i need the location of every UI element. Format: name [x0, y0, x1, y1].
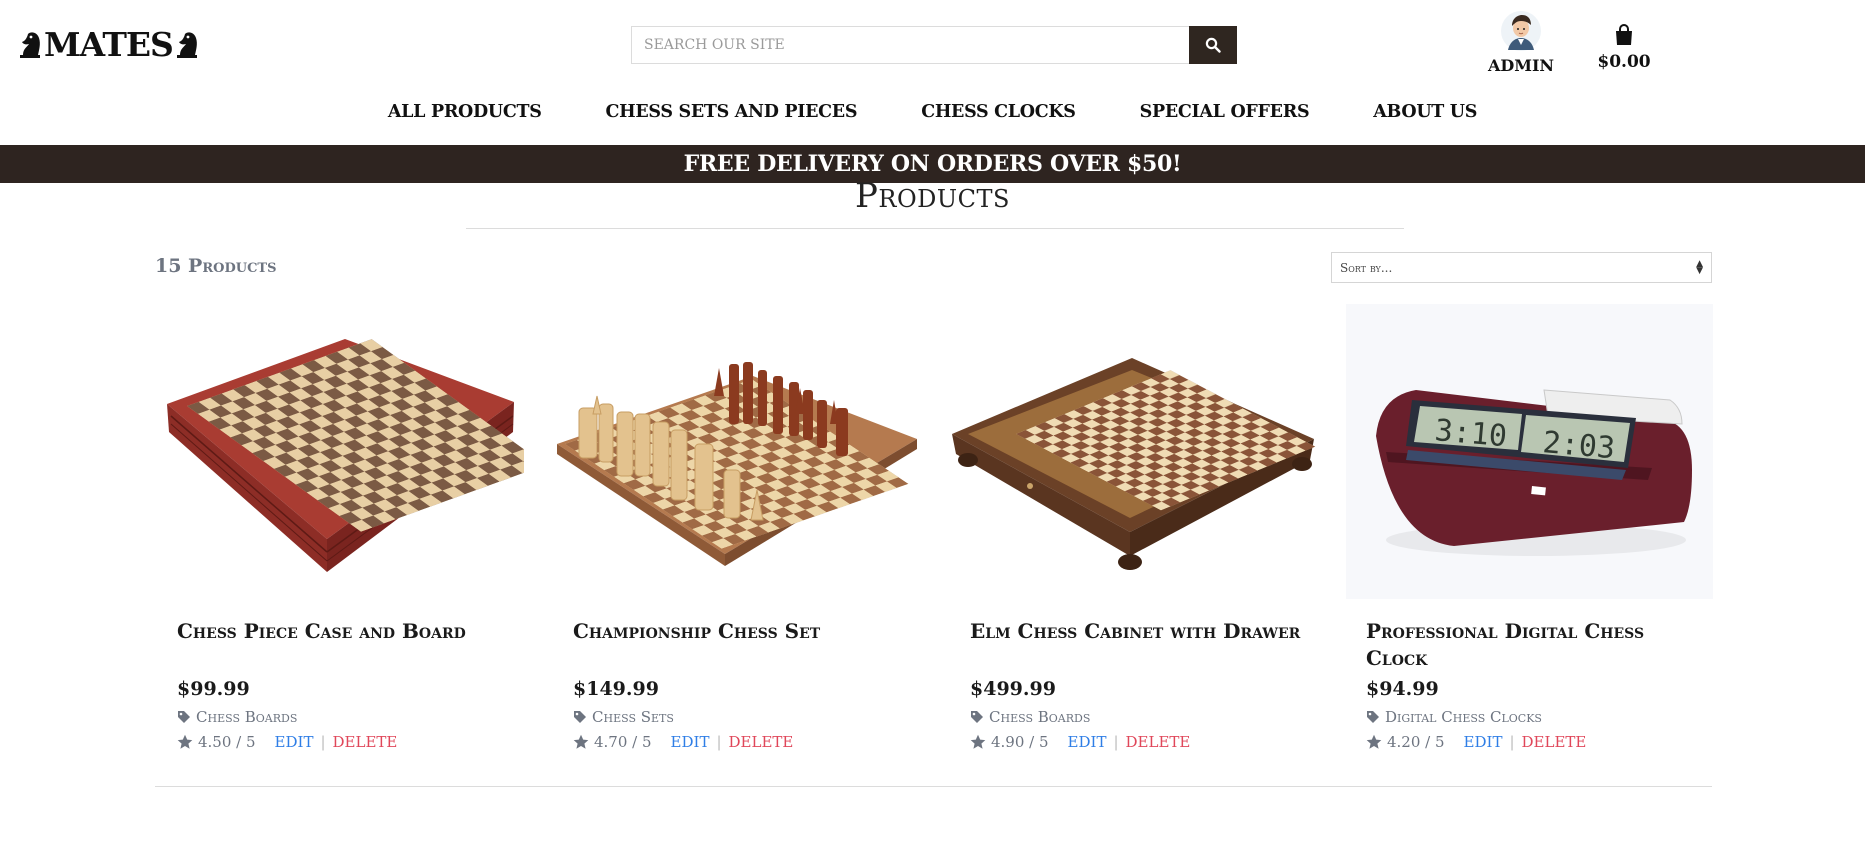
- product-image[interactable]: [950, 304, 1317, 599]
- clock-left-display: 3:10: [1433, 413, 1508, 454]
- product-meta: 4.70 / 5 EDIT | DELETE: [573, 733, 793, 751]
- product-image[interactable]: 3:10 2:03: [1346, 304, 1713, 599]
- product-name[interactable]: Elm Chess Cabinet with Drawer: [970, 618, 1310, 645]
- star-icon: [573, 734, 589, 749]
- edit-link[interactable]: EDIT: [1068, 733, 1107, 751]
- edit-link[interactable]: EDIT: [671, 733, 710, 751]
- nav-special-offers[interactable]: SPECIAL OFFERS: [1140, 102, 1310, 122]
- search-button[interactable]: [1189, 26, 1237, 64]
- product-meta: 4.50 / 5 EDIT | DELETE: [177, 733, 397, 751]
- chess-board-case-image: [167, 339, 524, 572]
- grid-divider: [155, 786, 1712, 787]
- avatar: [1501, 11, 1541, 51]
- product-price: $99.99: [177, 678, 250, 700]
- rating-text: 4.50 / 5: [198, 733, 256, 751]
- star-icon: [970, 734, 986, 749]
- edit-link[interactable]: EDIT: [275, 733, 314, 751]
- banner-text: FREE DELIVERY ON ORDERS OVER $50!: [683, 151, 1182, 177]
- cart-total: $0.00: [1597, 52, 1651, 72]
- user-label: ADMIN: [1487, 56, 1555, 75]
- elm-chess-cabinet-image: [952, 358, 1316, 570]
- clock-right-display: 2:03: [1541, 425, 1616, 466]
- edit-link[interactable]: EDIT: [1464, 733, 1503, 751]
- title-divider: [466, 228, 1404, 229]
- main-nav: ALL PRODUCTS CHESS SETS AND PIECES CHESS…: [0, 102, 1865, 122]
- product-card: Chess Piece Case and Board $99.99 Chess …: [157, 304, 524, 751]
- product-price: $499.99: [970, 678, 1056, 700]
- product-image[interactable]: [553, 304, 920, 599]
- product-price: $94.99: [1366, 678, 1439, 700]
- product-meta: 4.90 / 5 EDIT | DELETE: [970, 733, 1190, 751]
- product-card: Championship Chess Set $149.99 Chess Set…: [553, 304, 920, 751]
- delete-link[interactable]: DELETE: [1126, 733, 1191, 751]
- sort-select[interactable]: Sort by... ▲ ▼: [1331, 252, 1712, 283]
- nav-all-products[interactable]: ALL PRODUCTS: [388, 102, 542, 122]
- product-meta: 4.20 / 5 EDIT | DELETE: [1366, 733, 1586, 751]
- category-label: Chess Sets: [592, 708, 674, 726]
- tag-icon: [971, 711, 983, 723]
- product-card: Elm Chess Cabinet with Drawer $499.99 Ch…: [950, 304, 1317, 751]
- product-name[interactable]: Professional Digital Chess Clock: [1366, 618, 1706, 672]
- separator: |: [1509, 733, 1515, 751]
- separator: |: [320, 733, 326, 751]
- category-label: Chess Boards: [196, 708, 298, 726]
- separator: |: [1113, 733, 1119, 751]
- separator: |: [716, 733, 722, 751]
- nav-chess-clocks[interactable]: CHESS CLOCKS: [921, 102, 1076, 122]
- tag-icon: [1367, 711, 1379, 723]
- search-bar: [631, 26, 1237, 64]
- nav-chess-sets[interactable]: CHESS SETS AND PIECES: [606, 102, 858, 122]
- cart-button[interactable]: $0.00: [1592, 24, 1656, 72]
- rating-text: 4.70 / 5: [594, 733, 652, 751]
- star-icon: [177, 734, 193, 749]
- page-title: Products: [855, 176, 1010, 216]
- product-price: $149.99: [573, 678, 659, 700]
- product-name[interactable]: Chess Piece Case and Board: [177, 618, 517, 645]
- sort-label: Sort by...: [1340, 260, 1393, 275]
- search-input[interactable]: [631, 26, 1189, 64]
- product-category: Chess Sets: [573, 708, 674, 726]
- star-icon: [1366, 734, 1382, 749]
- rating-text: 4.20 / 5: [1387, 733, 1445, 751]
- search-icon: [1205, 37, 1221, 53]
- knight-icon: [20, 32, 40, 58]
- digital-chess-clock-image: 3:10 2:03: [1376, 389, 1692, 556]
- product-card: 3:10 2:03 Professional Digital Chess Clo…: [1346, 304, 1713, 751]
- product-count: 15 Products: [155, 255, 277, 277]
- category-label: Digital Chess Clocks: [1385, 708, 1542, 726]
- category-label: Chess Boards: [989, 708, 1091, 726]
- delete-link[interactable]: DELETE: [729, 733, 794, 751]
- product-category: Chess Boards: [177, 708, 297, 726]
- logo-text: MATES: [44, 24, 174, 64]
- nav-about-us[interactable]: ABOUT US: [1373, 102, 1477, 122]
- product-image[interactable]: [157, 304, 524, 599]
- site-logo[interactable]: MATES: [14, 24, 203, 64]
- tag-icon: [574, 711, 586, 723]
- product-name[interactable]: Championship Chess Set: [573, 618, 913, 645]
- delete-link[interactable]: DELETE: [1522, 733, 1587, 751]
- product-category: Chess Boards: [970, 708, 1090, 726]
- delete-link[interactable]: DELETE: [333, 733, 398, 751]
- tag-icon: [178, 711, 190, 723]
- product-category: Digital Chess Clocks: [1366, 708, 1542, 726]
- knight-icon: [176, 32, 197, 58]
- shopping-bag-icon: [1616, 24, 1632, 45]
- user-account[interactable]: ADMIN: [1486, 10, 1556, 75]
- rating-text: 4.90 / 5: [991, 733, 1049, 751]
- championship-chess-set-image: [557, 362, 917, 566]
- sort-arrows-icon: ▲ ▼: [1696, 258, 1703, 276]
